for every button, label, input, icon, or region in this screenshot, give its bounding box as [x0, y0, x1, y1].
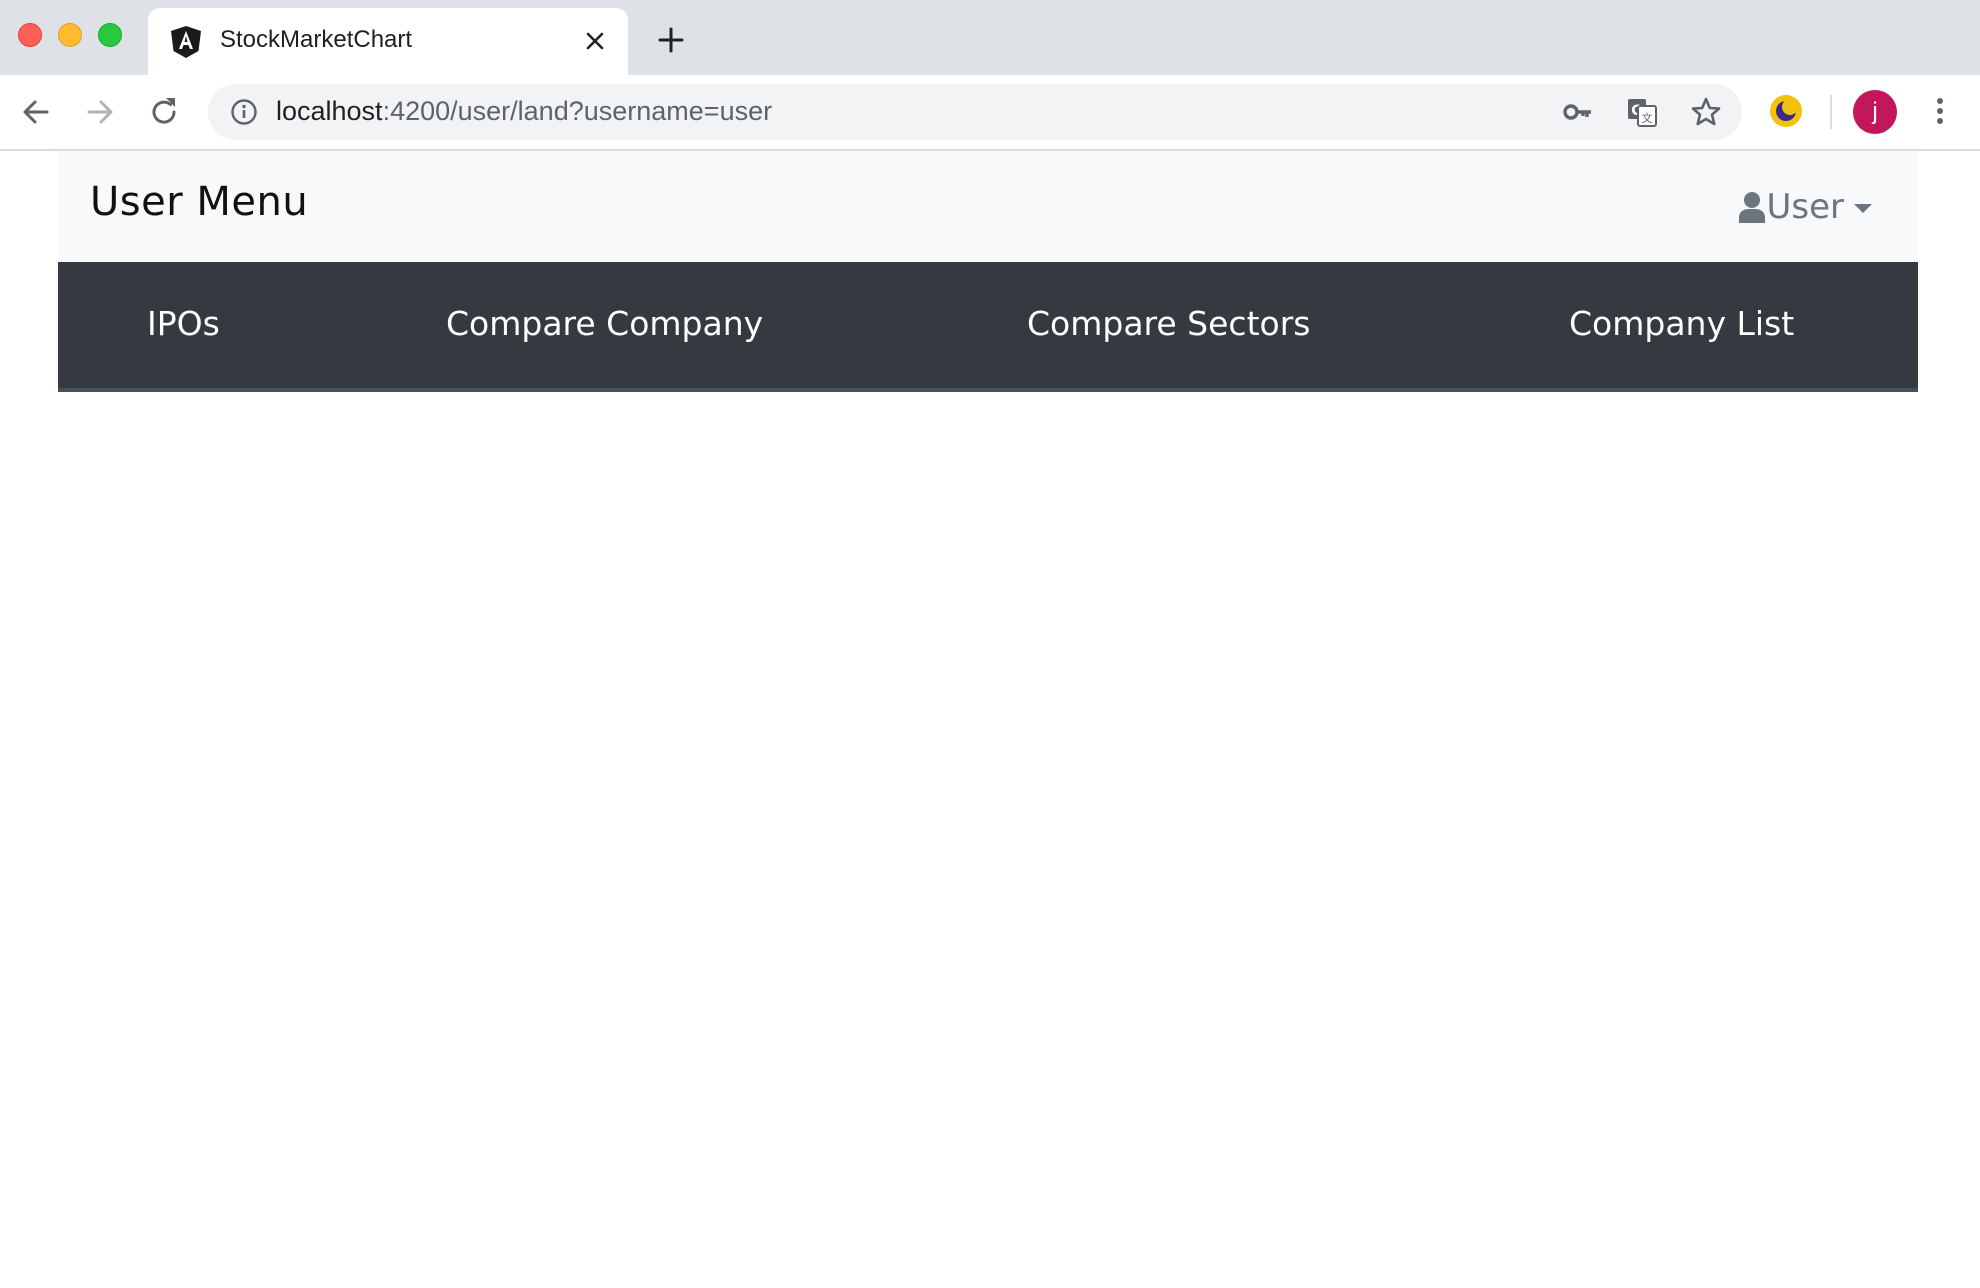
user-dropdown[interactable]: User — [1738, 187, 1872, 227]
nav-item-compare-sectors[interactable]: Compare Sectors — [1027, 304, 1310, 343]
translate-icon[interactable]: G 文 — [1626, 96, 1658, 128]
forward-arrow-icon[interactable] — [81, 93, 119, 131]
nav-item-compare-company[interactable]: Compare Company — [446, 304, 763, 343]
profile-avatar[interactable]: j — [1853, 90, 1897, 134]
window-maximize-button[interactable] — [98, 23, 122, 47]
back-arrow-icon[interactable] — [17, 93, 55, 131]
info-icon[interactable] — [230, 98, 258, 126]
chevron-down-icon — [1854, 203, 1872, 213]
main-navbar: IPOs Compare Company Compare Sectors Com… — [58, 262, 1918, 392]
close-icon[interactable] — [580, 26, 610, 56]
address-bar[interactable]: localhost:4200/user/land?username=user G… — [208, 84, 1742, 140]
new-tab-icon[interactable] — [655, 24, 687, 56]
key-icon[interactable] — [1562, 96, 1594, 128]
window-close-button[interactable] — [18, 23, 42, 47]
user-menu-label: User — [1766, 187, 1845, 227]
star-icon[interactable] — [1690, 96, 1722, 128]
toolbar-separator — [1830, 95, 1832, 129]
page-title[interactable]: User Menu — [90, 179, 308, 225]
angular-icon — [171, 26, 201, 58]
nav-item-company-list[interactable]: Company List — [1569, 304, 1794, 343]
url-path: :4200/user/land?username=user — [382, 96, 773, 126]
page-header: User Menu User — [58, 151, 1918, 262]
tab-title: StockMarketChart — [220, 26, 413, 53]
user-icon — [1738, 192, 1765, 223]
browser-tab-strip: StockMarketChart — [0, 0, 1980, 75]
reload-icon[interactable] — [145, 93, 183, 131]
svg-text:文: 文 — [1642, 111, 1653, 125]
url-host: localhost — [276, 96, 383, 126]
browser-tab[interactable]: StockMarketChart — [148, 8, 628, 75]
window-minimize-button[interactable] — [58, 23, 82, 47]
more-vert-icon[interactable] — [1920, 91, 1960, 131]
url-text[interactable]: localhost:4200/user/land?username=user — [276, 96, 772, 127]
nav-item-ipos[interactable]: IPOs — [147, 304, 220, 343]
browser-toolbar: localhost:4200/user/land?username=user G… — [0, 75, 1980, 151]
dark-mode-extension-icon[interactable] — [1766, 91, 1806, 131]
